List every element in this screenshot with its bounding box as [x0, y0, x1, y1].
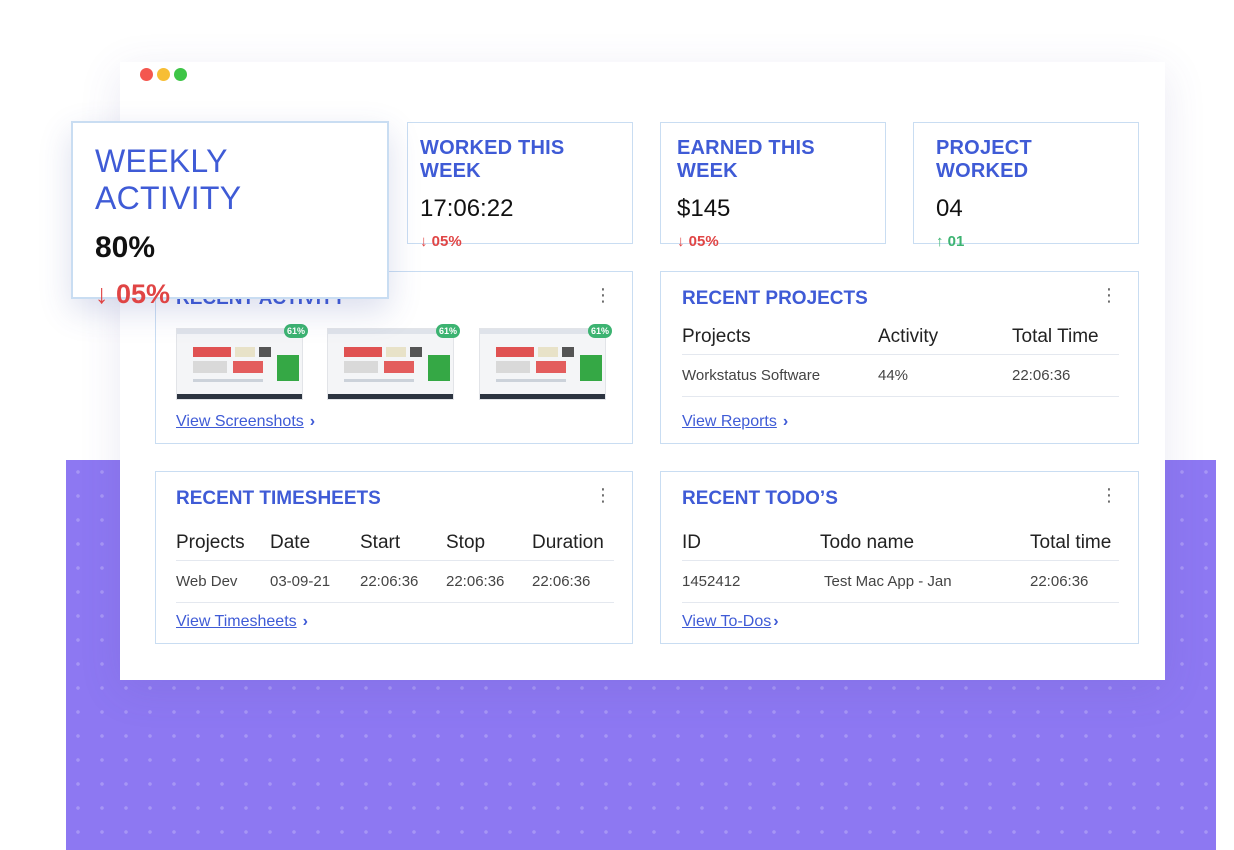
table-row[interactable]: 1452412 Test Mac App - Jan 22:06:36 [682, 560, 1119, 603]
projects-title: PROJECT WORKED [936, 137, 1032, 182]
project-cell: Workstatus Software [682, 354, 878, 397]
earned-value: $145 [677, 195, 731, 222]
todo-name-cell: Test Mac App - Jan [820, 560, 1030, 603]
view-reports-link[interactable]: View Reports › [682, 413, 788, 431]
column-header: ID [682, 532, 701, 553]
view-timesheets-link[interactable]: View Timesheets › [176, 613, 308, 631]
date-cell: 03-09-21 [270, 560, 360, 603]
table-row[interactable]: Workstatus Software 44% 22:06:36 [682, 354, 1119, 397]
chevron-right-icon: › [773, 613, 779, 630]
column-header: Todo name [820, 532, 915, 553]
stop-cell: 22:06:36 [446, 560, 532, 603]
column-header: Stop [446, 532, 486, 553]
close-window-button[interactable] [140, 68, 153, 81]
projects-value: 04 [936, 195, 963, 222]
activity-cell: 44% [878, 354, 1012, 397]
weekly-activity-value: 80% [95, 231, 156, 264]
earned-title: EARNED THIS WEEK [677, 137, 815, 182]
column-header: Projects [176, 532, 245, 553]
maximize-window-button[interactable] [174, 68, 187, 81]
recent-timesheets-panel: RECENT TIMESHEETS ⋮ Projects Date Start … [155, 471, 633, 644]
view-reports-label: View Reports [682, 413, 777, 430]
worked-this-week-card: WORKED THIS WEEK 17:06:22 ↓ 05% [407, 122, 633, 250]
project-cell: Web Dev [176, 560, 270, 603]
activity-badge: 61% [284, 324, 308, 338]
projects-change: ↑ 01 [936, 233, 965, 250]
worked-value: 17:06:22 [420, 195, 514, 222]
kebab-menu-icon[interactable]: ⋮ [594, 286, 612, 304]
column-header: Duration [532, 532, 604, 553]
recent-todos-title: RECENT TODO’S [682, 488, 838, 509]
column-header: Activity [878, 326, 939, 347]
screenshot-thumbnail[interactable] [479, 328, 606, 400]
duration-cell: 22:06:36 [532, 560, 614, 603]
view-todos-label: View To-Dos [682, 613, 772, 630]
weekly-activity-card: WEEKLY ACTIVITY 80% ↓ 05% [71, 121, 389, 309]
screenshot-thumbnail[interactable] [176, 328, 303, 400]
worked-change: ↓ 05% [420, 233, 462, 250]
table-row[interactable]: Web Dev 03-09-21 22:06:36 22:06:36 22:06… [176, 560, 614, 603]
chevron-right-icon: › [302, 613, 308, 630]
view-todos-link[interactable]: View To-Dos › [682, 613, 779, 631]
earned-this-week-card: EARNED THIS WEEK $145 ↓ 05% [660, 122, 886, 250]
recent-timesheets-table: Projects Date Start Stop Duration Web De… [176, 532, 614, 603]
column-header: Projects [682, 326, 751, 347]
activity-badge: 61% [588, 324, 612, 338]
activity-badge: 61% [436, 324, 460, 338]
recent-timesheets-title: RECENT TIMESHEETS [176, 488, 381, 509]
todo-id-cell: 1452412 [682, 560, 820, 603]
kebab-menu-icon[interactable]: ⋮ [594, 486, 612, 504]
kebab-menu-icon[interactable]: ⋮ [1100, 486, 1118, 504]
column-header: Start [360, 532, 401, 553]
chevron-right-icon: › [782, 413, 789, 430]
weekly-activity-change: ↓ 05% [95, 279, 171, 309]
minimize-window-button[interactable] [157, 68, 170, 81]
view-timesheets-label: View Timesheets [176, 613, 297, 630]
view-screenshots-link[interactable]: View Screenshots › [176, 413, 315, 431]
column-header: Date [270, 532, 311, 553]
project-worked-card: PROJECT WORKED 04 ↑ 01 [913, 122, 1139, 250]
worked-title: WORKED THIS WEEK [420, 137, 565, 182]
recent-todos-table: ID Todo name Total time 1452412 Test Mac… [682, 532, 1119, 603]
screenshot-thumbnail[interactable] [327, 328, 454, 400]
recent-projects-title: RECENT PROJECTS [682, 288, 868, 309]
recent-projects-panel: RECENT PROJECTS ⋮ Projects Activity Tota… [660, 271, 1139, 444]
earned-change: ↓ 05% [677, 233, 719, 250]
chevron-right-icon: › [309, 413, 316, 430]
kebab-menu-icon[interactable]: ⋮ [1100, 286, 1118, 304]
column-header: Total Time [1012, 326, 1099, 347]
recent-todos-panel: RECENT TODO’S ⋮ ID Todo name Total time … [660, 471, 1139, 644]
window-controls [140, 68, 187, 81]
column-header: Total time [1030, 532, 1112, 553]
weekly-activity-title: WEEKLY ACTIVITY [95, 143, 242, 216]
recent-projects-table: Projects Activity Total Time Workstatus … [682, 326, 1119, 397]
total-time-cell: 22:06:36 [1012, 354, 1119, 397]
view-screenshots-label: View Screenshots [176, 413, 304, 430]
start-cell: 22:06:36 [360, 560, 446, 603]
total-time-cell: 22:06:36 [1030, 560, 1119, 603]
